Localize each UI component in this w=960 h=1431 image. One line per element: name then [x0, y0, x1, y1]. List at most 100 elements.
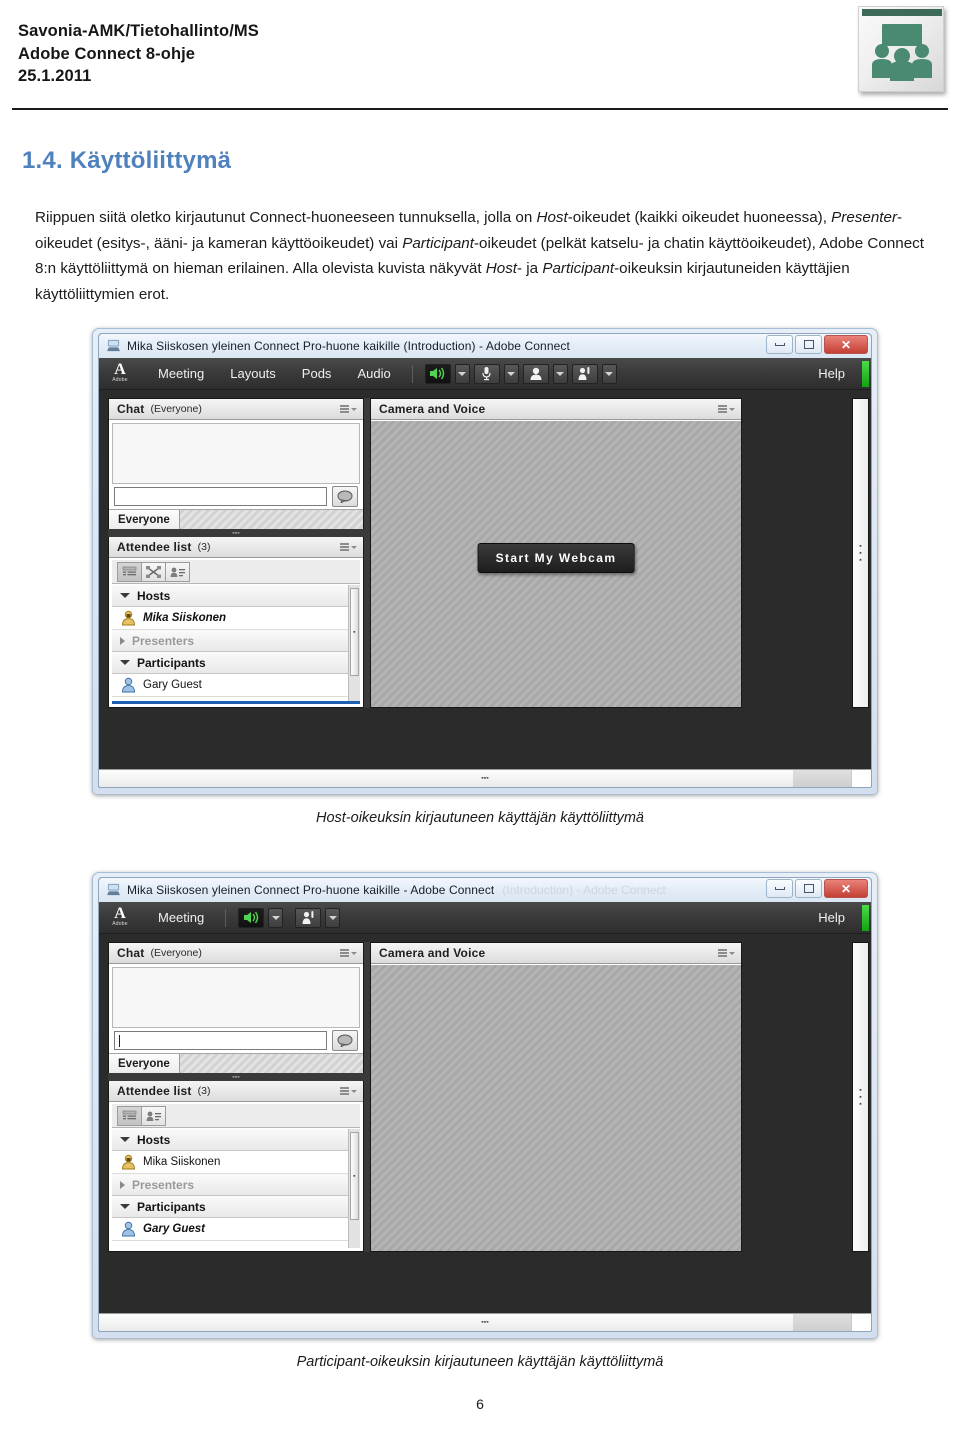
- statusbar-right-edge: [851, 770, 871, 787]
- raise-hand-dropdown-button[interactable]: [601, 363, 617, 384]
- microphone-button[interactable]: [473, 363, 500, 384]
- minimize-button[interactable]: [766, 879, 793, 898]
- attendee-scrollbar[interactable]: ▪: [348, 1129, 360, 1248]
- document-header: Savonia-AMK/Tietohallinto/MS Adobe Conne…: [0, 0, 960, 112]
- speaker-button[interactable]: [424, 363, 451, 384]
- speaker-icon: [430, 367, 445, 380]
- chevron-down-icon: [507, 371, 516, 376]
- adobe-logo-mark: A: [114, 905, 126, 922]
- chat-input[interactable]: [114, 1030, 327, 1050]
- chat-tab-everyone[interactable]: Everyone: [109, 510, 180, 530]
- list-view-button[interactable]: [117, 561, 142, 582]
- pod-menu-icon: [340, 543, 349, 551]
- speaker-dropdown-button[interactable]: [454, 363, 470, 384]
- attendee-pod-header: Attendee list (3): [109, 537, 363, 558]
- scrollbar-grip-icon: ▪: [353, 629, 356, 636]
- start-my-webcam-button[interactable]: Start My Webcam: [477, 543, 635, 573]
- menu-item-help[interactable]: Help: [818, 910, 845, 925]
- attendee-group-participants[interactable]: Participants: [112, 1196, 360, 1218]
- chat-send-button[interactable]: [332, 1029, 358, 1051]
- adobe-logo: A Adobe: [107, 361, 133, 387]
- attendee-group-label: Hosts: [137, 1132, 171, 1147]
- close-button[interactable]: ✕: [824, 879, 868, 898]
- header-date-line: 25.1.2011: [18, 67, 92, 85]
- menu-item-pods[interactable]: Pods: [302, 366, 332, 381]
- chat-pod: Chat (Everyone) Everyone: [108, 942, 364, 1075]
- attendee-group-participants[interactable]: Participants: [112, 652, 360, 674]
- attendee-row-host[interactable]: Mika Siiskonen: [112, 607, 360, 630]
- minimize-button[interactable]: [766, 335, 793, 354]
- attendee-pod-header: Attendee list (3): [109, 1081, 363, 1102]
- attendee-row-participant[interactable]: Gary Guest: [112, 1218, 360, 1241]
- raise-hand-dropdown-button[interactable]: [325, 907, 341, 928]
- attendee-details-icon: [146, 1111, 161, 1121]
- attendee-row-participant[interactable]: Gary Guest: [112, 674, 360, 697]
- attendee-count: (3): [197, 541, 211, 553]
- menu-item-layouts[interactable]: Layouts: [230, 366, 276, 381]
- breakout-rooms-button[interactable]: [141, 561, 166, 582]
- attendee-pod-menu-button[interactable]: [340, 543, 357, 551]
- vertical-splitter[interactable]: [364, 398, 370, 708]
- chevron-down-icon: [351, 545, 357, 549]
- maximize-button[interactable]: [795, 335, 822, 354]
- webcam-dropdown-button[interactable]: [552, 363, 568, 384]
- close-button[interactable]: ✕: [824, 335, 868, 354]
- attendee-group-hosts[interactable]: Hosts: [112, 1129, 360, 1151]
- attendee-row-host[interactable]: Mika Siiskonen: [112, 1151, 360, 1174]
- camera-pod-header: Camera and Voice: [371, 943, 741, 964]
- adobe-logo-caption: Adobe: [112, 377, 128, 383]
- attendee-group-hosts[interactable]: Hosts: [112, 585, 360, 607]
- raise-hand-button[interactable]: [295, 907, 322, 928]
- vertical-splitter[interactable]: [364, 942, 370, 1252]
- attendee-group-presenters[interactable]: Presenters: [112, 630, 360, 652]
- camera-pod-menu-button[interactable]: [718, 949, 735, 957]
- attendee-list[interactable]: Hosts Mika Siiskonen Presenters Particip…: [112, 585, 360, 704]
- speaker-dropdown-button[interactable]: [268, 907, 284, 928]
- speaker-button[interactable]: [238, 907, 265, 928]
- menu-item-audio[interactable]: Audio: [357, 366, 390, 381]
- para-em-presenter: Presenter: [831, 209, 898, 226]
- maximize-button[interactable]: [795, 879, 822, 898]
- menu-item-help[interactable]: Help: [818, 366, 845, 381]
- chat-send-button[interactable]: [332, 485, 358, 507]
- webcam-button[interactable]: [522, 363, 549, 384]
- attendee-group-presenters[interactable]: Presenters: [112, 1174, 360, 1196]
- savonia-meeting-logo: [858, 6, 944, 92]
- chat-pod-header: Chat (Everyone): [109, 399, 363, 420]
- host-window-controls: ✕: [764, 335, 868, 354]
- chat-tab-everyone[interactable]: Everyone: [109, 1054, 180, 1074]
- list-view-button[interactable]: [117, 1105, 142, 1126]
- host-menubar: A Adobe Meeting Layouts Pods Audio Help: [99, 358, 871, 390]
- attendee-details-button[interactable]: [165, 561, 190, 582]
- attendee-details-button[interactable]: [141, 1105, 166, 1126]
- para-text-5: - ja: [517, 260, 543, 277]
- adobe-logo-caption: Adobe: [112, 921, 128, 927]
- logo-top-bar: [862, 9, 942, 16]
- chat-pod-menu-button[interactable]: [340, 405, 357, 413]
- microphone-dropdown-button[interactable]: [503, 363, 519, 384]
- meeting-people-icon: [872, 24, 932, 81]
- participant-window-title: Mika Siiskosen yleinen Connect Pro-huone…: [127, 883, 495, 897]
- raise-hand-button[interactable]: [571, 363, 598, 384]
- menu-item-meeting[interactable]: Meeting: [158, 910, 204, 925]
- collapsed-sidebar-rail[interactable]: ▪▪▪: [852, 942, 869, 1252]
- attendee-pod-menu-button[interactable]: [340, 1087, 357, 1095]
- attendee-group-label: Hosts: [137, 588, 171, 603]
- attendee-scrollbar[interactable]: ▪: [348, 585, 360, 704]
- attendee-list-pod: Attendee list (3) Hosts Mika Siiskonen P…: [108, 1080, 364, 1252]
- connection-status-indicator: [862, 905, 869, 931]
- horizontal-splitter[interactable]: ▪▪▪: [108, 1073, 364, 1081]
- chat-pod-menu-button[interactable]: [340, 949, 357, 957]
- camera-pod-menu-button[interactable]: [718, 405, 735, 413]
- attendee-list[interactable]: Hosts Mika Siiskonen Presenters Particip…: [112, 1129, 360, 1248]
- chevron-down-icon: [120, 1204, 130, 1209]
- collapsed-sidebar-rail[interactable]: ▪▪▪: [852, 398, 869, 708]
- webcam-icon: [530, 367, 542, 380]
- horizontal-splitter[interactable]: ▪▪▪: [108, 529, 364, 537]
- para-text-1: Riippuen siitä oletko kirjautunut Connec…: [35, 209, 537, 226]
- maximize-icon: [803, 884, 814, 893]
- menu-item-meeting[interactable]: Meeting: [158, 366, 204, 381]
- caption-participant: Participant-oikeuksin kirjautuneen käytt…: [296, 1354, 664, 1370]
- chat-input[interactable]: [114, 486, 327, 506]
- menubar-separator: [225, 908, 227, 927]
